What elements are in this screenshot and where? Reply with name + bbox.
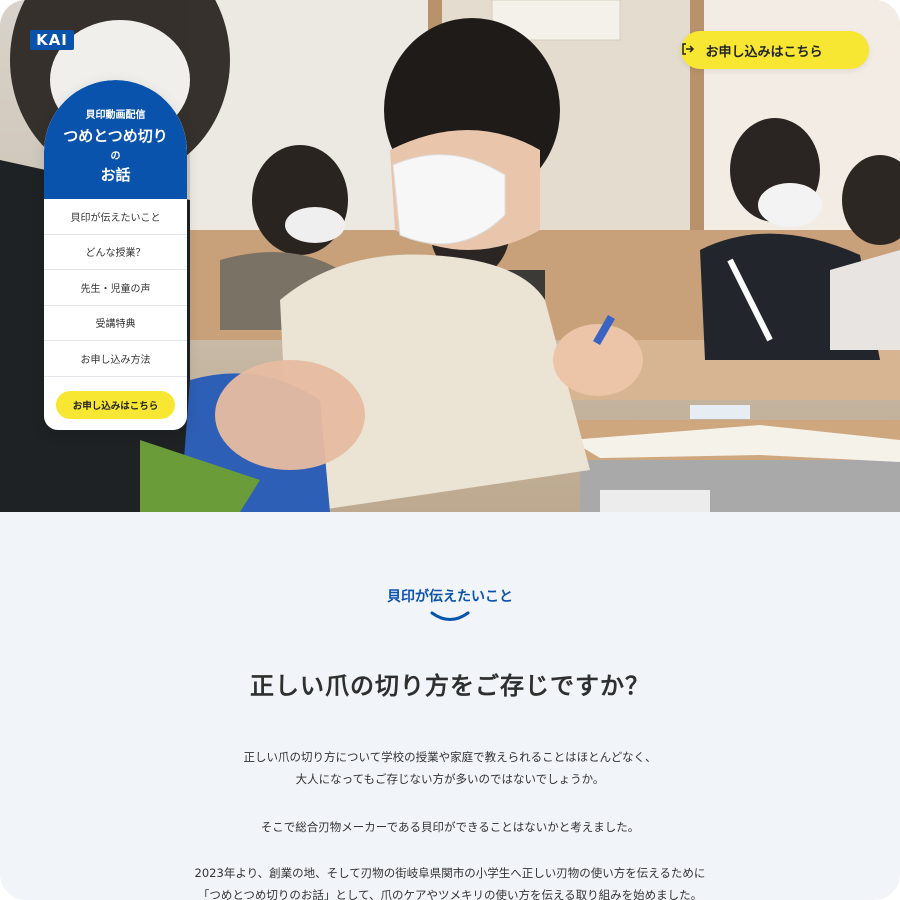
nav-title-line2: お話 [100, 166, 131, 184]
section-heading: 正しい爪の切り方をご存じですか？ [250, 672, 650, 700]
page: KAI お申し込みはこちら 貝印動画配信 つめとつめ切り の お話 貝印が伝えた… [0, 0, 900, 900]
nav-item-voices[interactable]: 先生・児童の声 [44, 270, 187, 306]
paragraph-1-line-2: 大人になってもご存じない方が多いのではないでしょうか。 [295, 772, 605, 786]
nav-subtitle: 貝印動画配信 [85, 110, 146, 121]
nav-title-line1: つめとつめ切り [63, 127, 168, 145]
nav-title: つめとつめ切り の お話 [44, 127, 187, 184]
kai-logo[interactable]: KAI [30, 30, 74, 50]
nav-item-message[interactable]: 貝印が伝えたいこと [44, 199, 187, 235]
paragraph-3-line-1: 2023年より、創業の地、そして刃物の街岐阜県関市の小学生へ正しい刃物の使い方を… [194, 866, 706, 880]
paragraph-2: そこで総合刃物メーカーである貝印ができることはないかと考えました。 [260, 820, 640, 834]
nav-apply-button[interactable]: お申し込みはこちら [56, 390, 175, 419]
section-label: 貝印が伝えたいこと [387, 589, 513, 605]
paragraph-3-line-2: 「つめとつめ切りのお話」として、爪のケアやツメキリの使い方を伝える取り組みを始め… [197, 888, 703, 900]
hero-image: KAI お申し込みはこちら 貝印動画配信 つめとつめ切り の お話 貝印が伝えた… [0, 0, 900, 512]
paragraph-1-line-1: 正しい爪の切り方について学校の授業や家庭で教えられることはほとんどなく、 [243, 750, 657, 764]
nav-item-lesson[interactable]: どんな授業？ [44, 235, 187, 270]
nav-list: 貝印が伝えたいこと どんな授業？ 先生・児童の声 受講特典 お申し込み方法 [44, 199, 187, 377]
nav-title-connector: の [110, 151, 121, 162]
paragraph-3: 2023年より、創業の地、そして刃物の街岐阜県関市の小学生へ正しい刃物の使い方を… [0, 862, 900, 900]
apply-button[interactable]: お申し込みはこちら [681, 31, 869, 69]
nav-item-benefits[interactable]: 受講特典 [44, 306, 187, 341]
side-navigation: 貝印動画配信 つめとつめ切り の お話 貝印が伝えたいこと どんな授業？ 先生・… [44, 80, 187, 430]
smile-underline-icon [430, 611, 470, 621]
message-section: 貝印が伝えたいこと 正しい爪の切り方をご存じですか？ 正しい爪の切り方について学… [0, 512, 900, 900]
paragraph-1: 正しい爪の切り方について学校の授業や家庭で教えられることはほとんどなく、 大人に… [0, 746, 900, 790]
exit-arrow-icon [682, 43, 695, 55]
nav-item-how-to-apply[interactable]: お申し込み方法 [44, 341, 187, 377]
apply-button-label: お申し込みはこちら [705, 44, 823, 60]
